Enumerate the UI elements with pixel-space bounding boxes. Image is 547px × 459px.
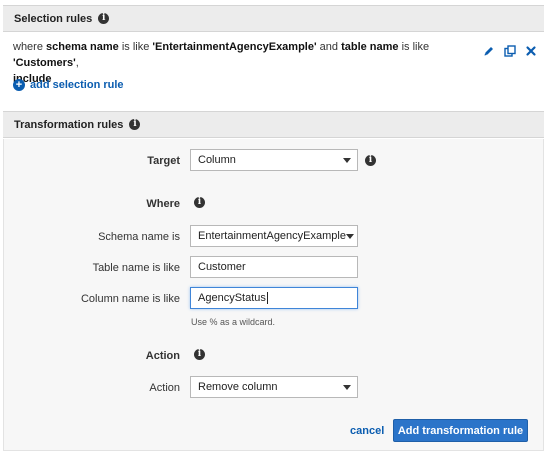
action-label: Action [149, 382, 180, 394]
schema-name-select-value: EntertainmentAgencyExample [198, 230, 346, 242]
column-name-input[interactable]: AgencyStatus [190, 287, 358, 309]
action-section-label: Action [145, 350, 180, 362]
rule-schema-label: schema name [46, 41, 119, 53]
selection-rules-header: Selection rules i [3, 5, 544, 32]
rule-prefix: where [13, 41, 47, 53]
column-name-value: AgencyStatus [198, 292, 266, 304]
cancel-link[interactable]: cancel [350, 425, 384, 437]
target-select[interactable]: Column [190, 149, 358, 171]
rule-comma: , [75, 57, 79, 69]
info-icon[interactable]: i [194, 197, 205, 208]
info-icon[interactable]: i [365, 155, 376, 166]
add-transformation-rule-button[interactable]: Add transformation rule [393, 419, 528, 442]
table-name-input[interactable]: Customer [190, 256, 358, 278]
plus-circle-icon: + [13, 79, 25, 91]
text-cursor [266, 292, 268, 304]
action-select[interactable]: Remove column [190, 376, 358, 398]
chevron-down-icon [345, 233, 354, 239]
target-label: Target [147, 155, 180, 167]
add-selection-rule-link[interactable]: + add selection rule [13, 79, 124, 91]
selection-rules-title: Selection rules [14, 12, 93, 25]
edit-icon[interactable] [483, 45, 495, 57]
rule-table-value: 'Customers' [13, 57, 76, 69]
rule-table-label: table name [341, 41, 399, 53]
add-selection-rule-label: add selection rule [30, 79, 124, 91]
schema-name-select[interactable]: EntertainmentAgencyExample [190, 225, 358, 247]
where-label: Where [146, 198, 180, 210]
rule-actions [483, 45, 537, 57]
chevron-down-icon [343, 157, 351, 163]
column-name-label: Column name is like [80, 293, 180, 305]
rule-schema-value: 'EntertainmentAgencyExample' [152, 41, 317, 53]
schema-name-label: Schema name is [98, 231, 180, 243]
info-icon[interactable]: i [129, 119, 141, 130]
rule-is-like: is like [118, 41, 153, 53]
action-select-value: Remove column [198, 381, 278, 393]
info-icon[interactable]: i [98, 13, 110, 24]
transformation-rules-title: Transformation rules [14, 118, 124, 131]
target-select-value: Column [198, 154, 236, 166]
add-transformation-rule-label: Add transformation rule [397, 424, 524, 437]
chevron-down-icon [343, 384, 351, 390]
copy-icon[interactable] [504, 45, 516, 57]
transformation-rules-header: Transformation rules i [3, 111, 544, 138]
rule-and: and [316, 41, 342, 53]
table-name-label: Table name is like [92, 262, 180, 274]
table-name-value: Customer [198, 261, 246, 273]
rule-is-like: is like [398, 41, 430, 53]
delete-icon[interactable] [525, 45, 537, 57]
wildcard-hint: Use % as a wildcard. [191, 317, 276, 327]
info-icon[interactable]: i [194, 349, 205, 360]
